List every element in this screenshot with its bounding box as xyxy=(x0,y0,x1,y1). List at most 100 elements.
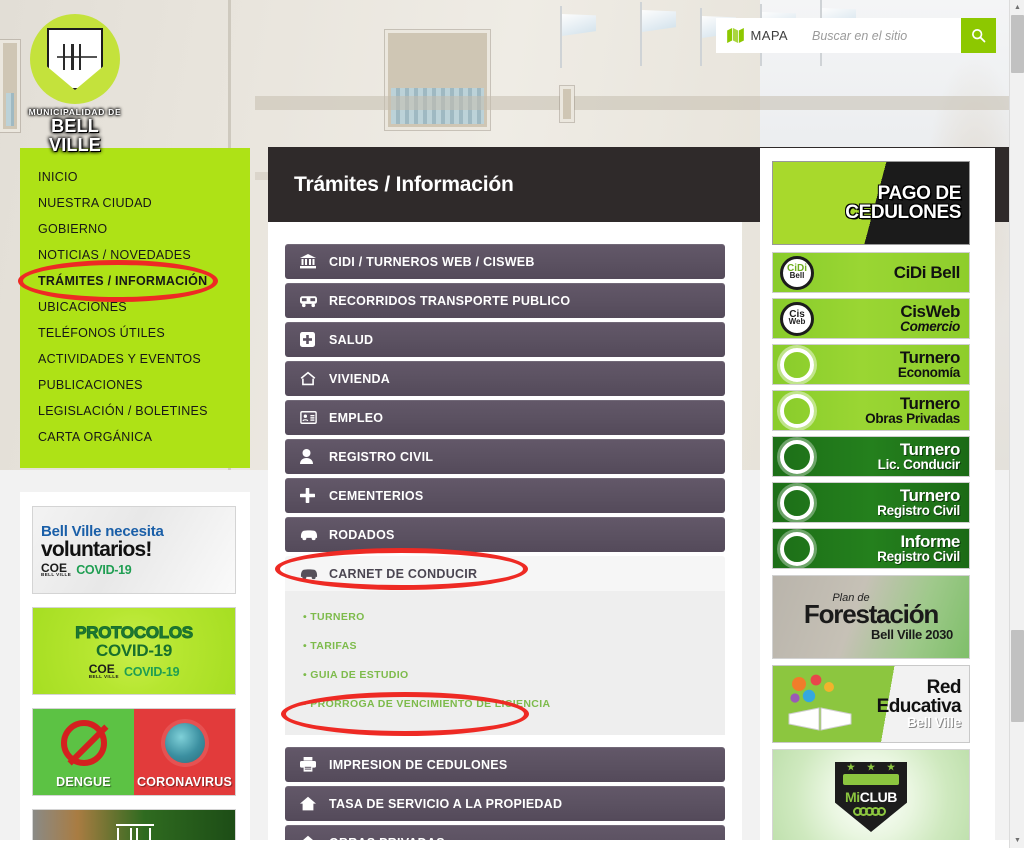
banner-cidi-bell[interactable]: CiDi Bell CiDi Bell xyxy=(772,252,970,293)
subitem-tarifas[interactable]: TARIFAS xyxy=(285,632,725,661)
mapa-label: MAPA xyxy=(750,28,788,43)
page-root: MAPA MUNICIPALIDAD DE BELL VILLE INICIO … xyxy=(0,0,1024,848)
tramite-button-salud[interactable]: SALUD xyxy=(285,322,725,357)
banner-mi-club[interactable]: ★ ★ ★ MiCLUB xyxy=(772,749,970,845)
coe-badge: COE BELL VILLE xyxy=(88,662,119,679)
nav-item-carta-organica[interactable]: CARTA ORGÁNICA xyxy=(20,424,250,450)
banner-plan-forestacion[interactable]: Plan de Forestación Bell Ville 2030 xyxy=(772,575,970,659)
page-title: Trámites / Información xyxy=(294,172,514,196)
flag-icon xyxy=(640,2,642,66)
banner-turnero-registro-civil-text: Turnero Registro Civil xyxy=(821,487,969,518)
banner-voluntarios-line2: voluntarios! xyxy=(41,537,152,561)
banner-dengue-half: DENGUE xyxy=(33,709,134,795)
ring-icon xyxy=(773,347,821,382)
scroll-up-arrow-icon[interactable]: ▲ xyxy=(1010,0,1024,15)
covid-tag: COVID-19 xyxy=(123,665,180,679)
tramite-button-rodados[interactable]: RODADOS xyxy=(285,517,725,552)
home-solid-icon xyxy=(300,796,326,811)
flag-icon xyxy=(700,8,702,66)
banner-turnero-registro-civil[interactable]: Turnero Registro Civil xyxy=(772,482,970,523)
tramite-button-tasa-de-servicio-a-la-propiedad[interactable]: TASA DE SERVICIO A LA PROPIEDAD xyxy=(285,786,725,821)
tramite-label: TASA DE SERVICIO A LA PROPIEDAD xyxy=(329,796,563,811)
ring-icon xyxy=(773,393,821,428)
subitem-turnero[interactable]: TURNERO xyxy=(285,603,725,632)
banner-red-educativa-line2: Educativa xyxy=(876,696,962,718)
olympic-rings-icon xyxy=(853,807,886,816)
tramite-label: CEMENTERIOS xyxy=(329,488,424,503)
tramite-button-cidi-turneros-web-cisweb[interactable]: CIDI / TURNEROS WEB / CISWEB xyxy=(285,244,725,279)
nav-item-legislacion-boletines[interactable]: LEGISLACIÓN / BOLETINES xyxy=(20,398,250,424)
banner-pago-de-cedulones[interactable]: PAGO DE CEDULONES xyxy=(772,161,970,245)
scrollbar-thumb-top[interactable] xyxy=(1011,15,1024,73)
cisweb-logo-icon: Cis Web xyxy=(773,301,821,336)
banner-protocolos[interactable]: PROTOCOLOS COVID-19 COE BELL VILLE COVID-… xyxy=(32,607,236,695)
banner-turnero-lic-conducir-line1: Turnero xyxy=(899,440,961,460)
ring-icon xyxy=(773,439,821,474)
logo-line-2: BELL VILLE xyxy=(48,116,101,155)
nav-item-telefonos-utiles[interactable]: TELÉFONOS ÚTILES xyxy=(20,320,250,346)
banner-turnero-economia[interactable]: Turnero Economía xyxy=(772,344,970,385)
vertical-scrollbar[interactable]: ▲ ▼ xyxy=(1009,0,1024,848)
banner-turnero-lic-conducir-text: Turnero Lic. Conducir xyxy=(821,441,969,472)
tramite-label: SALUD xyxy=(329,332,374,347)
banner-red-educativa[interactable]: Red Educativa Bell Ville xyxy=(772,665,970,743)
nav-item-nuestra-ciudad[interactable]: NUESTRA CIUDAD xyxy=(20,190,250,216)
banner-turnero-lic-conducir[interactable]: Turnero Lic. Conducir xyxy=(772,436,970,477)
mapa-button[interactable]: MAPA xyxy=(715,18,802,53)
hero-window xyxy=(560,86,574,122)
hero-cornice xyxy=(255,96,1009,110)
search-icon xyxy=(972,29,986,43)
tramite-label: IMPRESION DE CEDULONES xyxy=(329,757,508,772)
tramite-label: CIDI / TURNEROS WEB / CISWEB xyxy=(329,254,535,269)
search-button[interactable] xyxy=(961,18,996,53)
tramite-button-cementerios[interactable]: CEMENTERIOS xyxy=(285,478,725,513)
left-sidebar: INICIO NUESTRA CIUDAD GOBIERNO NOTICIAS … xyxy=(20,148,250,848)
nav-item-gobierno[interactable]: GOBIERNO xyxy=(20,216,250,242)
tramite-button-empleo[interactable]: EMPLEO xyxy=(285,400,725,435)
nav-item-publicaciones[interactable]: PUBLICACIONES xyxy=(20,372,250,398)
banner-voluntarios[interactable]: Bell Ville necesita voluntarios! COE BELL… xyxy=(32,506,236,594)
scrollbar-thumb[interactable] xyxy=(1011,630,1024,722)
banner-turnero-obras-privadas[interactable]: Turnero Obras Privadas xyxy=(772,390,970,431)
banner-informe-registro-civil[interactable]: Informe Registro Civil xyxy=(772,528,970,569)
tramite-button-impresion-de-cedulones[interactable]: IMPRESION DE CEDULONES xyxy=(285,747,725,782)
tramite-button-recorridos-transporte-publico[interactable]: RECORRIDOS TRANSPORTE PUBLICO xyxy=(285,283,725,318)
subitem-guia-de-estudio[interactable]: GUIA DE ESTUDIO xyxy=(285,661,725,690)
banner-forestacion-line3: Bell Ville 2030 xyxy=(871,627,953,642)
nav-item-inicio[interactable]: INICIO xyxy=(20,164,250,190)
tramite-button-vivienda[interactable]: VIVIENDA xyxy=(285,361,725,396)
coat-of-arms-icon xyxy=(47,28,103,90)
bank-icon xyxy=(300,254,326,269)
banner-dengue-coronavirus[interactable]: DENGUE CORONAVIRUS xyxy=(32,708,236,796)
banner-turnero-obras-privadas-text: Turnero Obras Privadas xyxy=(821,395,969,426)
nav-item-noticias-novedades[interactable]: NOTICIAS / NOVEDADES xyxy=(20,242,250,268)
banner-cisweb-comercio[interactable]: Cis Web CisWeb Comercio xyxy=(772,298,970,339)
nav-item-ubicaciones[interactable]: UBICACIONES xyxy=(20,294,250,320)
banner-turnero-registro-civil-line2: Registro Civil xyxy=(877,503,960,519)
banner-turnero-economia-line2: Economía xyxy=(897,365,960,381)
car-icon xyxy=(300,567,326,580)
right-sidebar: PAGO DE CEDULONES CiDi Bell CiDi Bell Cis… xyxy=(760,148,995,848)
main-navigation: INICIO NUESTRA CIUDAD GOBIERNO NOTICIAS … xyxy=(20,148,250,468)
tramite-button-carnet-de-conducir[interactable]: CARNET DE CONDUCIR xyxy=(285,556,725,591)
banner-turnero-economia-line1: Turnero xyxy=(899,348,961,368)
tramite-button-registro-civil[interactable]: REGISTRO CIVIL xyxy=(285,439,725,474)
page-header: Trámites / Información xyxy=(268,147,742,222)
no-mosquito-icon xyxy=(60,720,107,767)
nav-item-tramites-informacion[interactable]: TRÁMITES / INFORMACIÓN xyxy=(20,268,250,294)
search-input[interactable] xyxy=(802,18,961,53)
home-outline-icon xyxy=(300,371,326,386)
subitem-prorroga-de-vencimiento-de-licencia[interactable]: PRÓRROGA DE VENCIMIENTO DE LICIENCIA xyxy=(285,690,725,719)
banner-protocolos-line2: COVID-19 xyxy=(95,641,172,660)
banner-cidi-bell-line1: CiDi Bell xyxy=(893,263,961,282)
cross-icon xyxy=(300,488,326,503)
scroll-down-arrow-icon[interactable]: ▼ xyxy=(1010,833,1024,848)
main-column: Trámites / Información CIDI / TURNEROS W… xyxy=(268,147,742,848)
banner-cidi-bell-text: CiDi Bell xyxy=(821,264,969,281)
banner-informe-registro-civil-line2: Registro Civil xyxy=(877,549,960,565)
site-logo[interactable]: MUNICIPALIDAD DE BELL VILLE xyxy=(26,14,124,155)
banner-cisweb-line2: Comercio xyxy=(900,319,960,335)
tramite-label: RECORRIDOS TRANSPORTE PUBLICO xyxy=(329,293,571,308)
nav-item-actividades-y-eventos[interactable]: ACTIVIDADES Y EVENTOS xyxy=(20,346,250,372)
bus-icon xyxy=(300,294,326,308)
